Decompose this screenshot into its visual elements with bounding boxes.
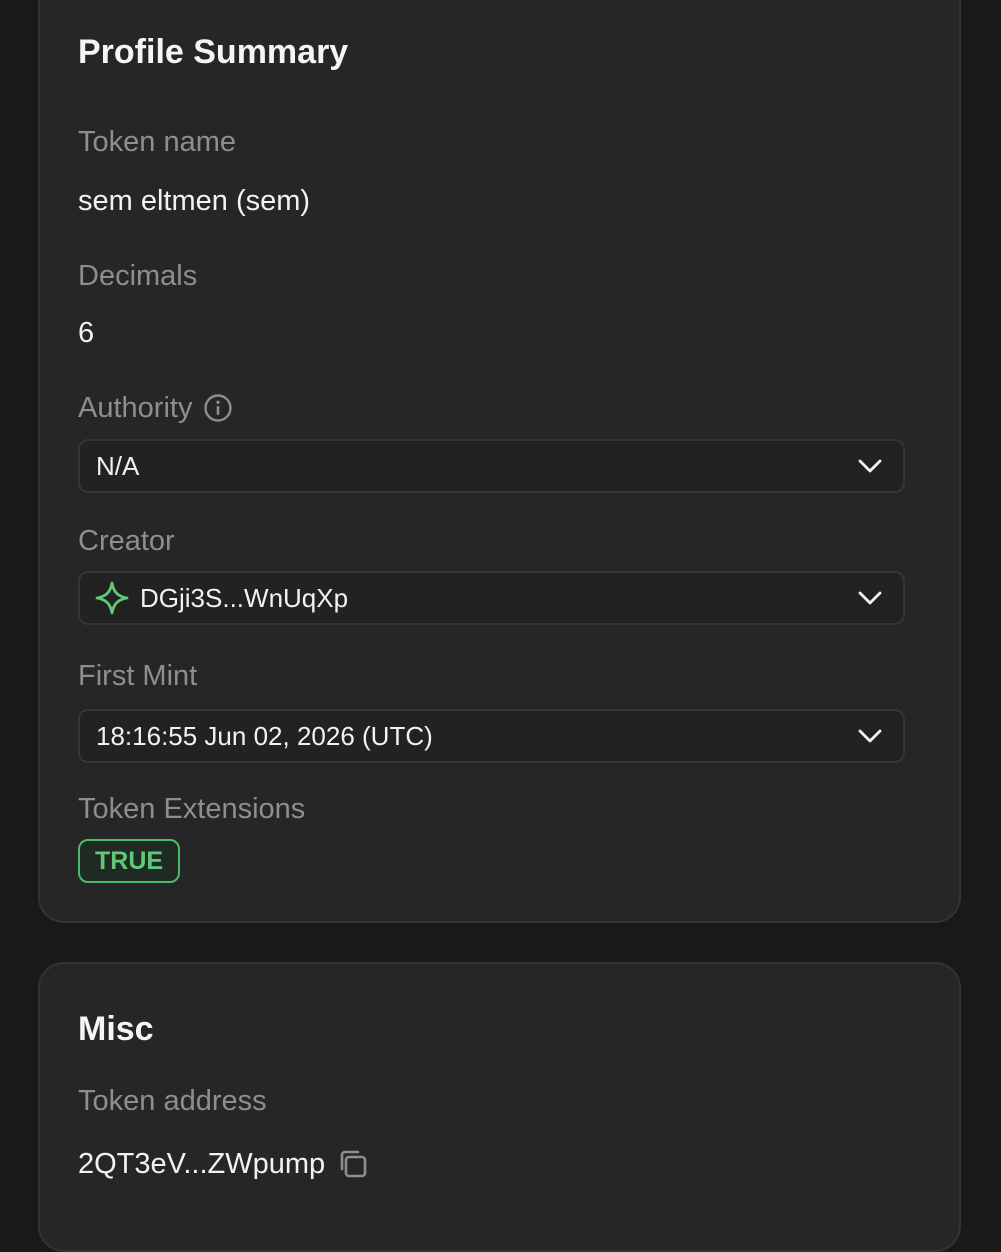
info-circle-icon[interactable] [202, 392, 234, 424]
profile-summary-card: Profile Summary Token name sem eltmen (s… [38, 0, 961, 923]
profile-summary-title: Profile Summary [78, 33, 349, 71]
token-address-value: 2QT3eV...ZWpump [78, 1147, 326, 1180]
decimals-label: Decimals [78, 260, 198, 292]
authority-label: Authority [78, 391, 193, 424]
misc-card: Misc Token address 2QT3eV...ZWpump [38, 962, 961, 1252]
token-extensions-badge: TRUE [78, 839, 181, 883]
misc-title: Misc [78, 1010, 154, 1048]
sparkle-icon [94, 580, 130, 616]
decimals-value: 6 [78, 317, 95, 349]
creator-label: Creator [78, 525, 175, 557]
first-mint-select[interactable]: 18:16:55 Jun 02, 2026 (UTC) [78, 709, 905, 763]
token-address-row: 2QT3eV...ZWpump [78, 1146, 371, 1182]
creator-select-value: DGji3S...WnUqXp [140, 582, 349, 613]
creator-select[interactable]: DGji3S...WnUqXp [78, 571, 905, 625]
first-mint-select-value: 18:16:55 Jun 02, 2026 (UTC) [96, 720, 433, 751]
authority-label-row: Authority [78, 392, 234, 424]
authority-select-value: N/A [96, 450, 140, 481]
authority-select[interactable]: N/A [78, 439, 905, 493]
first-mint-label: First Mint [78, 660, 198, 692]
token-address-label: Token address [78, 1085, 267, 1117]
chevron-down-icon [857, 723, 883, 749]
token-extensions-label: Token Extensions [78, 793, 306, 825]
token-name-value: sem eltmen (sem) [78, 185, 311, 217]
chevron-down-icon [857, 453, 883, 479]
copy-icon[interactable] [335, 1146, 371, 1182]
chevron-down-icon [857, 585, 883, 611]
token-name-label: Token name [78, 126, 236, 158]
